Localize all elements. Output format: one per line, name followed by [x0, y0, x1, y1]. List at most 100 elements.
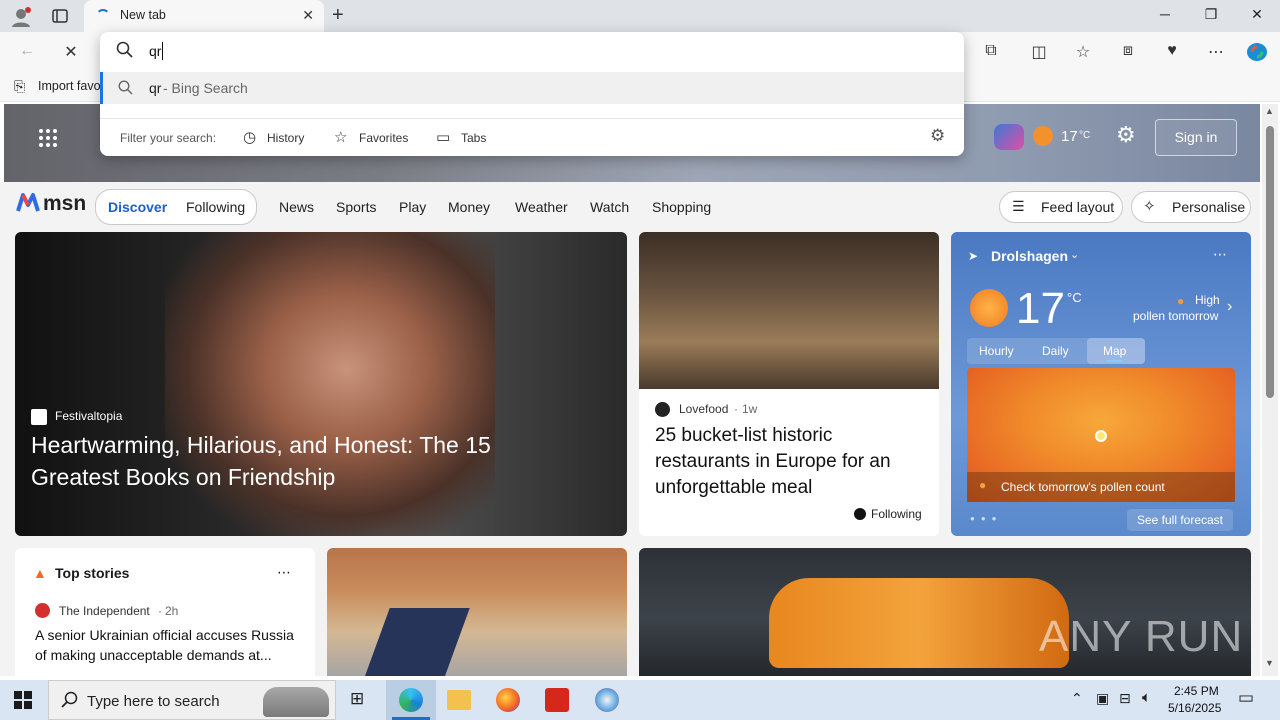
suggestion-bing-search[interactable]: qr - Bing Search [100, 72, 964, 104]
check-icon [854, 508, 866, 520]
chevron-up-icon[interactable]: ⌃ [1071, 690, 1083, 707]
story-headline[interactable]: A senior Ukrainian official accuses Russ… [35, 625, 303, 665]
personalise-button[interactable]: ✧ Personalise [1131, 191, 1251, 223]
location-arrow-icon: ➤ [968, 249, 979, 263]
extensions-icon[interactable]: ⧉ [980, 42, 1002, 60]
clock-date[interactable]: 5/16/2025 [1168, 701, 1221, 715]
apps-grid-icon[interactable] [38, 128, 58, 148]
pollen-icon: ● [1177, 294, 1185, 308]
article-card-racing[interactable]: ANY RUN [639, 548, 1251, 676]
map-location-marker [1095, 430, 1107, 442]
weather-location[interactable]: Drolshagen [991, 248, 1068, 264]
hero-title[interactable]: Heartwarming, Hilarious, and Honest: The… [31, 429, 571, 493]
scroll-down-icon[interactable]: ▼ [1265, 658, 1274, 668]
filter-history[interactable]: History [267, 131, 304, 145]
minimize-button[interactable]: ─ [1150, 6, 1180, 22]
copilot-badge-icon[interactable] [994, 124, 1024, 150]
weather-unit: °C [1067, 290, 1082, 305]
split-screen-icon[interactable]: ◫ [1028, 42, 1050, 62]
tab-actions-icon[interactable] [52, 8, 68, 24]
start-icon[interactable] [14, 691, 32, 709]
scroll-up-icon[interactable]: ▲ [1265, 106, 1274, 116]
chevron-right-icon[interactable]: › [1227, 298, 1232, 316]
sign-in-button[interactable]: Sign in [1155, 119, 1237, 156]
feed-layout-button[interactable]: ☰ Feed layout [999, 191, 1123, 223]
full-forecast-button[interactable]: See full forecast [1127, 509, 1233, 531]
stop-loading-icon[interactable]: ✕ [60, 42, 82, 62]
acrobat-icon[interactable] [545, 688, 569, 712]
carousel-dots[interactable]: ●●● [970, 514, 1003, 523]
filter-tabs[interactable]: Tabs [461, 131, 486, 145]
copilot-icon[interactable] [1244, 40, 1270, 64]
more-options-icon[interactable]: ⋯ [277, 564, 291, 581]
header-temperature[interactable]: 17 [1061, 128, 1078, 145]
taskbar-search-box[interactable]: Type here to search [48, 680, 336, 720]
address-bar[interactable]: qr [100, 32, 964, 70]
suggestion-suffix: - Bing Search [163, 80, 248, 96]
scroll-thumb[interactable] [1266, 126, 1274, 398]
title-bar: New tab ✕ + ─ ❐ ✕ [0, 0, 1280, 32]
task-view-icon[interactable]: ⊞ [350, 689, 364, 709]
device-icon[interactable]: ▣ [1096, 690, 1109, 707]
settings-icon[interactable]: ⚙ [930, 126, 945, 146]
network-icon[interactable]: ⊟ [1119, 690, 1131, 707]
msn-logo[interactable]: msn [16, 191, 86, 219]
back-icon[interactable]: ← [16, 42, 38, 60]
vertical-scrollbar[interactable]: ▲ ▼ [1262, 104, 1278, 676]
pollen-link[interactable]: Check tomorrow's pollen count [1001, 480, 1165, 494]
app-icon[interactable] [595, 688, 619, 712]
tab-discover[interactable]: Discover [108, 199, 167, 215]
nav-news[interactable]: News [279, 199, 314, 215]
loading-icon [96, 9, 110, 23]
nav-shopping[interactable]: Shopping [652, 199, 711, 215]
top-stories-title: Top stories [55, 565, 130, 581]
tab-new-tab[interactable]: New tab ✕ [84, 0, 324, 32]
pollen-when: pollen tomorrow [1133, 309, 1219, 323]
filter-favorites[interactable]: Favorites [359, 131, 408, 145]
nav-play[interactable]: Play [399, 199, 426, 215]
search-filter-row: Filter your search: ◷ History ☆ Favorite… [100, 118, 964, 154]
close-tab-icon[interactable]: ✕ [302, 7, 314, 24]
article-card-restaurants[interactable]: Lovefood · 1w 25 bucket-list historic re… [639, 232, 939, 536]
more-options-icon[interactable]: ⋯ [1213, 246, 1227, 263]
tab-map[interactable]: Map [1103, 344, 1126, 358]
article-card-warehouse[interactable] [327, 548, 627, 676]
more-icon[interactable]: ⋯ [1205, 42, 1227, 62]
tab-hourly[interactable]: Hourly [979, 344, 1014, 358]
flame-icon: ▲ [33, 565, 47, 581]
tab-daily[interactable]: Daily [1042, 344, 1069, 358]
following-label[interactable]: Following [871, 507, 922, 521]
story-source: The Independent [59, 604, 150, 618]
profile-icon[interactable] [10, 6, 32, 28]
chevron-down-icon[interactable]: ⌄ [1070, 248, 1079, 261]
collections-icon[interactable]: ⧈ [1117, 42, 1139, 60]
address-input[interactable]: qr [149, 43, 161, 59]
settings-icon[interactable]: ⚙ [1116, 122, 1136, 148]
favorites-bar-item[interactable]: Import favo [38, 79, 101, 93]
top-stories-card: ▲ Top stories ⋯ The Independent · 2h A s… [15, 548, 315, 676]
header-temp-unit: °C [1079, 130, 1091, 141]
pollen-map[interactable]: ● Check tomorrow's pollen count [967, 368, 1235, 502]
volume-icon[interactable]: 🔈︎ [1142, 689, 1151, 706]
hero-article-card[interactable]: Festivaltopia Heartwarming, Hilarious, a… [15, 232, 627, 536]
msn-logo-text: msn [43, 192, 87, 215]
article-title[interactable]: 25 bucket-list historic restaurants in E… [655, 423, 925, 501]
weather-card[interactable]: ➤ Drolshagen ⌄ ⋯ 17 °C ● High pollen tom… [951, 232, 1251, 536]
performance-icon[interactable]: ♥ [1161, 42, 1183, 60]
close-window-button[interactable]: ✕ [1242, 6, 1272, 23]
tab-following[interactable]: Following [186, 199, 245, 215]
favorites-icon[interactable]: ☆ [1072, 42, 1094, 62]
nav-money[interactable]: Money [448, 199, 490, 215]
nav-weather[interactable]: Weather [515, 199, 568, 215]
new-tab-button[interactable]: + [332, 4, 344, 27]
notifications-icon[interactable]: ▭ [1238, 688, 1254, 708]
firefox-icon[interactable] [496, 688, 520, 712]
file-explorer-icon[interactable] [447, 690, 471, 710]
edge-icon[interactable] [399, 688, 423, 712]
sliders-icon: ☰ [1012, 198, 1025, 214]
nav-sports[interactable]: Sports [336, 199, 376, 215]
msn-feed: msn Discover Following News Sports Play … [0, 182, 1260, 676]
clock-time[interactable]: 2:45 PM [1174, 684, 1219, 698]
nav-watch[interactable]: Watch [590, 199, 629, 215]
restore-button[interactable]: ❐ [1196, 6, 1226, 23]
